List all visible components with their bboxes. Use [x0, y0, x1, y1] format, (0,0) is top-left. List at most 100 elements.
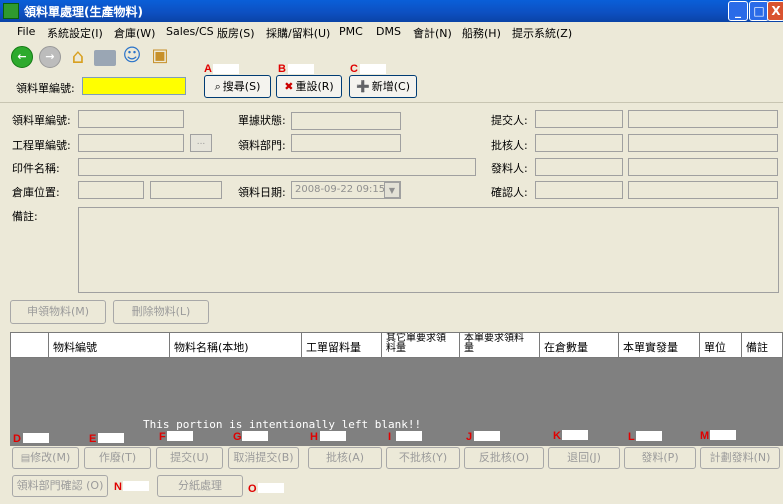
issue-button[interactable]: 發料(P)	[624, 447, 696, 469]
home-icon[interactable]: ⌂	[67, 46, 89, 68]
remarks-field[interactable]	[78, 207, 779, 293]
app-icon	[3, 3, 19, 19]
marker-b: B	[278, 63, 286, 75]
marker-o: O	[248, 483, 257, 495]
users-icon[interactable]: ☺	[121, 46, 143, 68]
dept-label: 領料部門:	[238, 139, 286, 152]
grid-col-material-no[interactable]: 物料編號	[49, 333, 170, 357]
dept-field[interactable]	[291, 134, 401, 152]
modify-button[interactable]: ▤修改(M)	[12, 447, 79, 469]
grid-col-unit[interactable]: 單位	[700, 333, 742, 357]
marker-m: M	[700, 430, 710, 442]
grid-header: 物料編號 物料名稱(本地) 工單留料量 其它單要求領料量 本單要求領料量 在倉數…	[10, 332, 783, 358]
confirmer-field[interactable]	[535, 181, 623, 199]
apply-item-button[interactable]: 申領物料(M)	[10, 300, 106, 324]
marker-h: H	[310, 431, 318, 443]
search-button-label: 搜尋(S)	[222, 80, 261, 93]
status-field[interactable]	[291, 112, 401, 130]
menu-system-settings[interactable]: 系統設定(I)	[47, 25, 103, 41]
marker-h-box	[320, 431, 346, 441]
marker-f: F	[159, 431, 166, 443]
cancel-submit-button[interactable]: 取消提交(B)	[228, 447, 299, 469]
back-arrow-icon[interactable]: ←	[11, 46, 33, 68]
maximize-button[interactable]: □	[749, 1, 769, 21]
grid-col-actual-issue-qty[interactable]: 本單實發量	[619, 333, 700, 357]
reset-icon: ✖	[284, 80, 294, 93]
menu-warehouse[interactable]: 倉庫(W)	[114, 25, 155, 41]
menu-dms[interactable]: DMS	[376, 25, 401, 38]
eng-no-field[interactable]	[78, 134, 184, 152]
date-dropdown-icon[interactable]: ▼	[384, 182, 400, 198]
close-button[interactable]: X	[767, 1, 783, 21]
menu-sales-cs[interactable]: Sales/CS	[166, 25, 214, 38]
menu-file[interactable]: File	[17, 25, 35, 38]
delete-item-button[interactable]: 刪除物料(L)	[113, 300, 209, 324]
marker-g-box	[242, 431, 268, 441]
grid-col-work-order-qty[interactable]: 工單留料量	[302, 333, 382, 357]
submitter-field[interactable]	[535, 110, 623, 128]
menu-shipping[interactable]: 船務(H)	[462, 25, 501, 41]
marker-b-box	[288, 64, 314, 74]
order-no-field[interactable]	[78, 110, 184, 128]
printer-icon[interactable]	[94, 50, 116, 66]
marker-k-box	[562, 430, 588, 440]
menu-pmc[interactable]: PMC	[339, 25, 363, 38]
print-name-field[interactable]	[78, 158, 476, 176]
marker-e-box	[98, 433, 124, 443]
new-button-label: 新增(C)	[371, 80, 410, 93]
submitter-date-field[interactable]	[628, 110, 778, 128]
approver-field[interactable]	[535, 134, 623, 152]
reject-button[interactable]: 不批核(Y)	[386, 447, 460, 469]
marker-n: N	[114, 481, 122, 493]
void-button[interactable]: 作廢(T)	[84, 447, 151, 469]
menu-bar: File 系統設定(I) 倉庫(W) Sales/CS 版房(S) 採購/留料(…	[0, 22, 783, 42]
lock-icon[interactable]: ▣	[149, 46, 171, 68]
grid-col-stock-qty[interactable]: 在倉數量	[540, 333, 619, 357]
modify-document-icon: ▤	[20, 453, 31, 464]
marker-d-box	[23, 433, 49, 443]
remarks-label: 備註:	[12, 210, 38, 223]
marker-a: A	[204, 63, 212, 75]
menu-purchasing[interactable]: 採購/留料(U)	[266, 25, 330, 41]
menu-plate-room[interactable]: 版房(S)	[217, 25, 255, 41]
date-label: 領料日期:	[238, 186, 286, 199]
dept-confirm-button[interactable]: 領料部門確認 (O)	[12, 475, 108, 497]
marker-i-box	[396, 431, 422, 441]
unapprove-button[interactable]: 反批核(O)	[464, 447, 544, 469]
split-paper-button[interactable]: 分紙處理	[157, 475, 243, 497]
marker-c: C	[350, 63, 358, 75]
marker-j-box	[474, 431, 500, 441]
eng-no-browse-button[interactable]: ...	[190, 134, 212, 152]
forward-arrow-icon[interactable]: →	[39, 46, 61, 68]
marker-e: E	[89, 433, 97, 445]
menu-accounting[interactable]: 會計(N)	[413, 25, 452, 41]
reset-button[interactable]: ✖ 重設(R)	[276, 75, 342, 98]
new-button[interactable]: ➕ 新增(C)	[349, 75, 417, 98]
issuer-date-field[interactable]	[628, 158, 778, 176]
new-document-icon: ➕	[356, 80, 370, 93]
issuer-field[interactable]	[535, 158, 623, 176]
return-button[interactable]: 退回(J)	[548, 447, 620, 469]
approver-date-field[interactable]	[628, 134, 778, 152]
marker-m-box	[710, 430, 736, 440]
menu-reminder-system[interactable]: 提示系統(Z)	[512, 25, 572, 41]
marker-f-box	[167, 431, 193, 441]
warehouse-field-2[interactable]	[150, 181, 222, 199]
grid-col-other-request-qty[interactable]: 其它單要求領料量	[382, 333, 460, 357]
grid-col-material-name[interactable]: 物料名稱(本地)	[170, 333, 302, 357]
grid-col-request-qty[interactable]: 本單要求領料量	[460, 333, 540, 357]
confirmer-date-field[interactable]	[628, 181, 778, 199]
plan-issue-button[interactable]: 計劃發料(N)	[700, 447, 780, 469]
minimize-button[interactable]: _	[728, 1, 748, 21]
search-button[interactable]: ⌕ 搜尋(S)	[204, 75, 271, 98]
search-order-no-input[interactable]	[82, 77, 186, 95]
approve-button[interactable]: 批核(A)	[308, 447, 382, 469]
grid-col-remarks[interactable]: 備註	[742, 333, 783, 357]
submitter-label: 提交人:	[491, 114, 528, 127]
marker-a-box	[213, 64, 239, 74]
marker-k: K	[553, 430, 561, 442]
warehouse-field-1[interactable]	[78, 181, 144, 199]
submit-button[interactable]: 提交(U)	[156, 447, 223, 469]
date-value: 2008-09-22 09:15	[295, 184, 386, 195]
marker-o-box	[258, 483, 284, 493]
